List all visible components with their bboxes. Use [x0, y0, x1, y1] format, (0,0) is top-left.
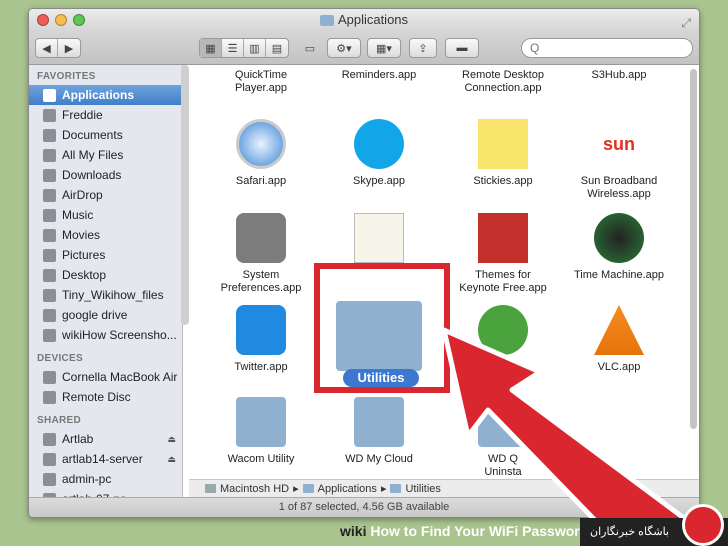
watermark-text: باشگاه خبرنگاران — [590, 526, 669, 538]
caption-prefix: wiki — [340, 523, 367, 539]
watermark: باشگاه خبرنگاران — [580, 504, 728, 546]
caption-text: How to Find Your WiFi Password — [370, 523, 589, 539]
caption: wiki How to Find Your WiFi Password — [340, 523, 588, 539]
pointer-arrow-icon — [441, 327, 703, 546]
watermark-logo — [682, 504, 724, 546]
